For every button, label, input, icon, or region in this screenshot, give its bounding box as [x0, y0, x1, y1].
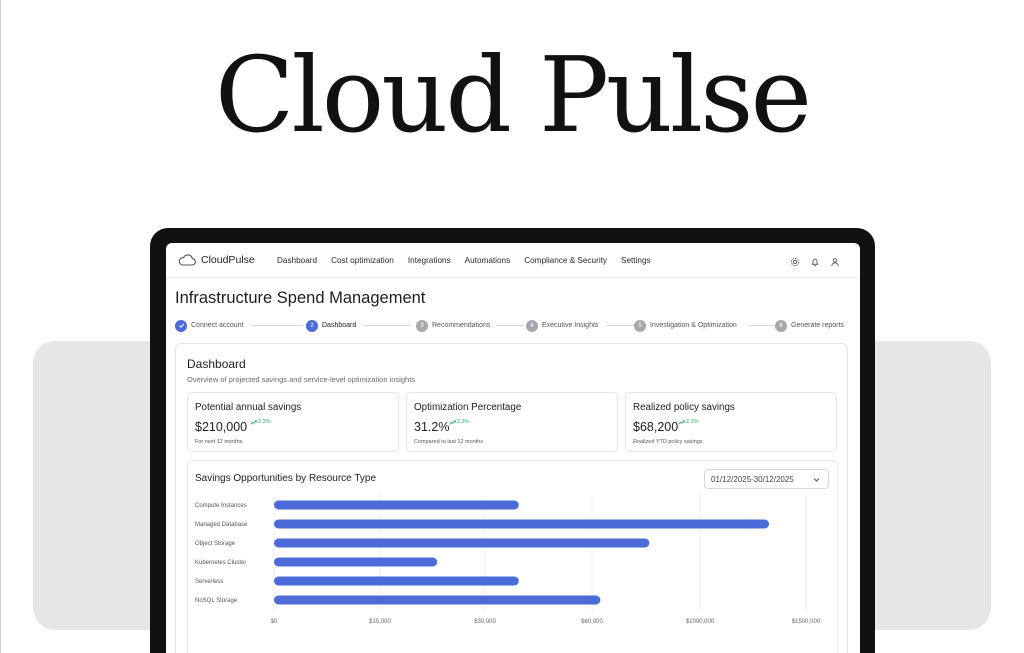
menu-item-compliance-security[interactable]: Compliance & Security	[524, 256, 607, 265]
metric-value: 31.2%	[414, 420, 450, 434]
top-nav: CloudPulse Dashboard Cost optimization I…	[166, 243, 860, 278]
metric-note: Realized YTD policy savings	[633, 439, 703, 445]
metric-card-potential-savings: Potential annual savings $210,000 2.3% F…	[187, 392, 399, 452]
bar-nosql-storage[interactable]	[274, 595, 601, 605]
main-menu: Dashboard Cost optimization Integrations…	[277, 256, 665, 265]
dashboard-title: Dashboard	[187, 357, 246, 371]
step-connector	[606, 325, 633, 326]
metric-delta: 2.3%	[449, 419, 470, 425]
x-tick-label: $1500,000	[792, 619, 821, 625]
step-number: 4	[526, 319, 538, 332]
x-tick-label: $15,000	[369, 619, 391, 625]
bar-kubernetes-cluster[interactable]	[274, 557, 438, 567]
metric-value: $68,200	[633, 420, 679, 434]
hero-title: Cloud Pulse	[214, 34, 812, 156]
step-label: Connect account	[191, 322, 244, 329]
metric-delta-value: 2.3%	[457, 419, 470, 425]
bar-managed-database[interactable]	[274, 519, 770, 529]
metric-delta: 2.3%	[250, 419, 271, 425]
step-label: Investigation & Optimization	[650, 322, 737, 329]
metric-value: $210,000	[195, 420, 248, 434]
category-label: Object Storage	[195, 541, 236, 547]
nav-icons	[790, 254, 840, 267]
x-tick-label: $60,000	[581, 619, 603, 625]
menu-item-cost-optimization[interactable]: Cost optimization	[331, 256, 394, 265]
metric-delta: 2.3%	[678, 419, 699, 425]
menu-item-integrations[interactable]: Integrations	[408, 256, 451, 265]
app-screen: CloudPulse Dashboard Cost optimization I…	[166, 243, 860, 653]
bar-compute-instances[interactable]	[274, 500, 519, 510]
step-connector	[251, 325, 303, 326]
step-label: Executive Insights	[542, 322, 599, 329]
category-label: Compute Instances	[195, 503, 247, 509]
gear-icon[interactable]	[790, 254, 800, 267]
step-recommendations[interactable]: 3 Recommendations	[416, 319, 490, 332]
brand-name: CloudPulse	[201, 254, 255, 266]
dashboard-card: Dashboard Overview of projected savings …	[175, 343, 848, 653]
step-number: 6	[775, 319, 787, 332]
step-connector	[748, 325, 776, 326]
step-dashboard[interactable]: 2 Dashboard	[306, 319, 356, 332]
step-connector	[496, 325, 524, 326]
check-icon	[175, 319, 187, 332]
step-label: Dashboard	[322, 322, 357, 329]
step-label: Recommendations	[432, 322, 491, 329]
step-label: Generate reports	[791, 322, 844, 329]
chart-card: Savings Opportunities by Resource Type 0…	[187, 460, 838, 653]
cloud-icon	[178, 254, 196, 266]
step-investigation-optimization[interactable]: 5 Investigation & Optimization	[634, 319, 737, 332]
menu-item-settings[interactable]: Settings	[621, 256, 651, 265]
metric-card-optimization-percentage: Optimization Percentage 31.2% 2.3% Compa…	[406, 392, 618, 452]
metric-delta-value: 2.3%	[686, 419, 699, 425]
x-tick-label: $1000,000	[686, 619, 715, 625]
category-label: Serverless	[195, 579, 223, 585]
bell-icon[interactable]	[810, 254, 820, 267]
step-number: 2	[306, 319, 318, 332]
step-number: 3	[416, 319, 428, 332]
metric-label: Potential annual savings	[195, 402, 302, 413]
menu-item-dashboard[interactable]: Dashboard	[277, 256, 317, 265]
step-executive-insights[interactable]: 4 Executive Insights	[526, 319, 598, 332]
step-connector	[363, 325, 411, 326]
trend-up-icon	[678, 419, 685, 425]
metric-label: Optimization Percentage	[414, 402, 522, 413]
page-title: Infrastructure Spend Management	[175, 289, 426, 307]
metric-card-realized-savings: Realized policy savings $68,200 2.3% Rea…	[625, 392, 837, 452]
bar-serverless[interactable]	[274, 576, 519, 586]
progress-stepper: Connect account 2 Dashboard 3 Recommenda…	[175, 319, 851, 333]
metric-delta-value: 2.3%	[258, 419, 271, 425]
category-label: Managed Database	[195, 522, 248, 528]
step-connect-account[interactable]: Connect account	[175, 319, 244, 332]
bar-object-storage[interactable]	[274, 538, 650, 548]
step-generate-reports[interactable]: 6 Generate reports	[775, 319, 844, 332]
dashboard-subtitle: Overview of projected savings and servic…	[187, 375, 416, 384]
x-tick-label: $30,000	[474, 619, 496, 625]
metric-label: Realized policy savings	[633, 402, 735, 413]
trend-up-icon	[250, 419, 257, 425]
brand[interactable]: CloudPulse	[178, 254, 277, 266]
trend-up-icon	[449, 419, 456, 425]
x-tick-label: $0	[271, 619, 278, 625]
menu-item-automations[interactable]: Automations	[465, 256, 511, 265]
category-label: Kubernetes Cluster	[195, 560, 246, 566]
bar-chart: $0 $15,000 $30,000 $60,000 $1000,000 $1500,00…	[195, 495, 821, 625]
category-label: NoSQL Storage	[195, 598, 238, 604]
metric-note: For next 12 months	[195, 439, 243, 445]
metric-note: Compared to last 12 months	[414, 439, 484, 445]
step-number: 5	[634, 319, 646, 332]
user-icon[interactable]	[830, 254, 840, 267]
